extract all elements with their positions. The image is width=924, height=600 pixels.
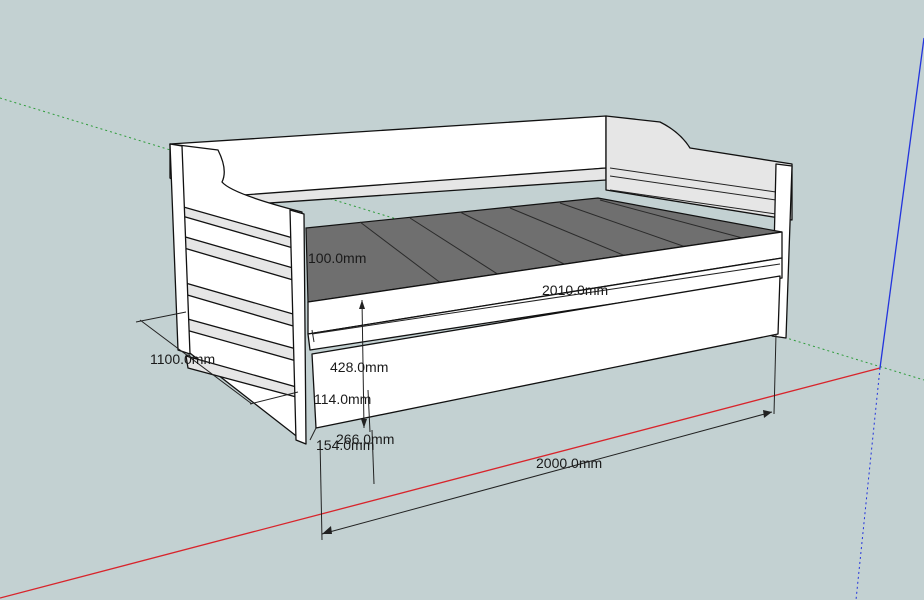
blue-axis-line (879, 37, 924, 369)
dim-label-leg-height[interactable]: 154.0mm (316, 437, 374, 453)
dim-label-gap[interactable]: 114.0mm (314, 391, 371, 407)
dim-label-length-base[interactable]: 2000.0mm (536, 455, 602, 471)
dim-label-depth-top[interactable]: 100.0mm (308, 250, 366, 266)
blue-axis-dotted-line (855, 367, 881, 600)
model-viewport[interactable]: 100.0mm 2010.0mm 1100.0mm 428.0mm 114.0m… (0, 0, 924, 600)
dim-label-height-trundle[interactable]: 428.0mm (330, 359, 388, 375)
scene-canvas[interactable]: 100.0mm 2010.0mm 1100.0mm 428.0mm 114.0m… (0, 0, 924, 600)
dim-label-length-bed[interactable]: 2010.0mm (542, 282, 608, 298)
dim-label-width[interactable]: 1100.0mm (150, 351, 215, 367)
